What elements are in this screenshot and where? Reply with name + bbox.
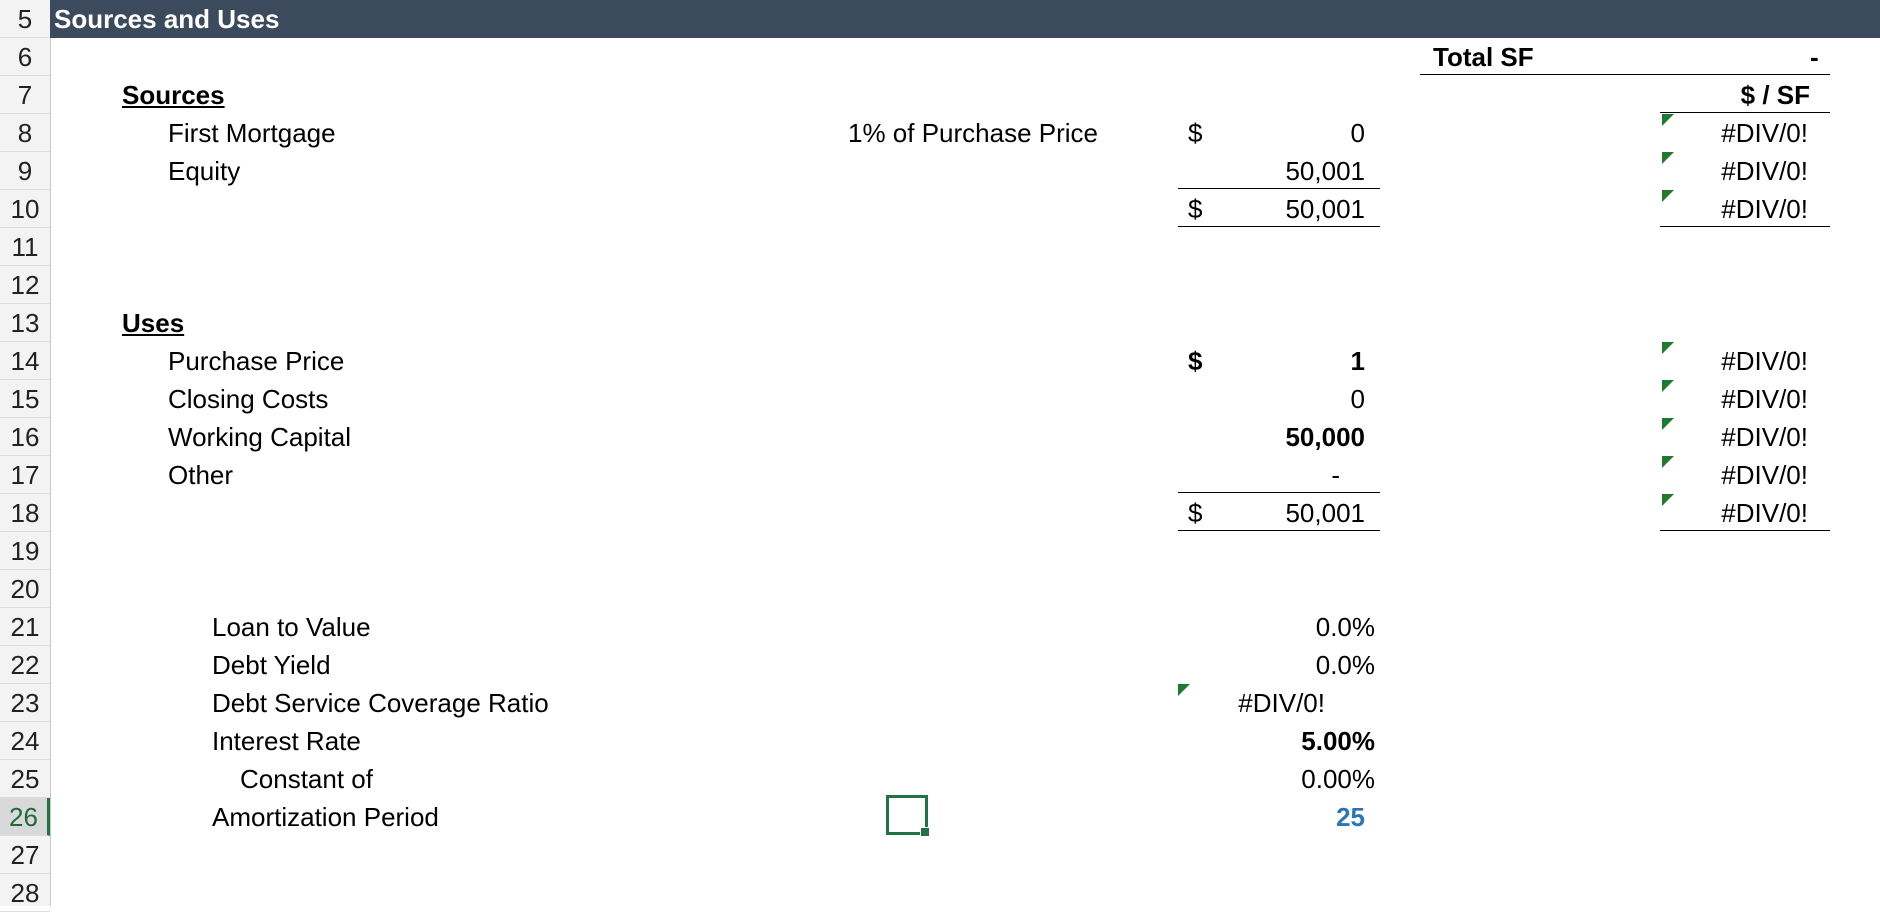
- sources-per-sf-bottomline: [1660, 226, 1830, 227]
- equity-per-sf[interactable]: #DIV/0!: [1660, 152, 1808, 190]
- row-number[interactable]: 8: [0, 114, 50, 152]
- comment-indicator-icon: [1178, 684, 1190, 696]
- amortization-label[interactable]: Amortization Period: [212, 798, 439, 836]
- constant-value[interactable]: 0.00%: [1230, 760, 1375, 798]
- row-header-column: 5 6 7 8 9 10 11 12 13 14 15 16 17 18 19 …: [0, 0, 51, 912]
- row-number[interactable]: 13: [0, 304, 50, 342]
- row-number[interactable]: 22: [0, 646, 50, 684]
- working-capital-per-sf[interactable]: #DIV/0!: [1660, 418, 1808, 456]
- total-sf-label[interactable]: Total SF: [1433, 38, 1534, 76]
- section-banner[interactable]: Sources and Uses: [50, 0, 1880, 38]
- uses-total-topline: [1178, 492, 1380, 493]
- row-number[interactable]: 9: [0, 152, 50, 190]
- first-mortgage-label[interactable]: First Mortgage: [168, 114, 336, 152]
- row-number[interactable]: 21: [0, 608, 50, 646]
- per-sf-header[interactable]: $ / SF: [1660, 76, 1810, 114]
- first-mortgage-value[interactable]: 0: [1230, 114, 1365, 152]
- row-number-selected[interactable]: 26: [0, 798, 50, 836]
- row-number[interactable]: 25: [0, 760, 50, 798]
- row-number[interactable]: 5: [0, 0, 50, 38]
- uses-per-sf-bottomline: [1660, 530, 1830, 531]
- first-mortgage-currency: $: [1188, 118, 1203, 148]
- closing-costs-per-sf[interactable]: #DIV/0!: [1660, 380, 1808, 418]
- row-number[interactable]: 15: [0, 380, 50, 418]
- purchase-price-per-sf[interactable]: #DIV/0!: [1660, 342, 1808, 380]
- interest-rate-label[interactable]: Interest Rate: [212, 722, 361, 760]
- purchase-price-currency: $: [1188, 346, 1203, 376]
- sources-total-bottomline: [1178, 226, 1380, 227]
- working-capital-label[interactable]: Working Capital: [168, 418, 351, 456]
- total-sf-underline: [1420, 74, 1830, 75]
- amortization-value[interactable]: 25: [1230, 798, 1365, 836]
- sources-heading[interactable]: Sources: [122, 76, 225, 114]
- uses-total-currency: $: [1188, 498, 1203, 528]
- dscr-label[interactable]: Debt Service Coverage Ratio: [212, 684, 549, 722]
- row-number[interactable]: 24: [0, 722, 50, 760]
- uses-total-bottomline: [1178, 530, 1380, 531]
- other-label[interactable]: Other: [168, 456, 233, 494]
- row-number[interactable]: 7: [0, 76, 50, 114]
- sources-total-topline: [1178, 188, 1380, 189]
- row-number[interactable]: 23: [0, 684, 50, 722]
- row-number[interactable]: 16: [0, 418, 50, 456]
- row-number[interactable]: 27: [0, 836, 50, 874]
- per-sf-header-underline: [1660, 112, 1830, 113]
- fill-handle[interactable]: [920, 827, 930, 837]
- other-value[interactable]: -: [1230, 456, 1340, 494]
- row-number[interactable]: 18: [0, 494, 50, 532]
- sources-total-currency: $: [1188, 194, 1203, 224]
- constant-label[interactable]: Constant of: [240, 760, 373, 798]
- debt-yield-value[interactable]: 0.0%: [1230, 646, 1375, 684]
- row-number[interactable]: 19: [0, 532, 50, 570]
- first-mortgage-per-sf[interactable]: #DIV/0!: [1660, 114, 1808, 152]
- first-mortgage-note[interactable]: 1% of Purchase Price: [848, 114, 1098, 152]
- row-number[interactable]: 12: [0, 266, 50, 304]
- active-cell-selection[interactable]: [886, 795, 930, 837]
- ltv-label[interactable]: Loan to Value: [212, 608, 371, 646]
- uses-total-per-sf[interactable]: #DIV/0!: [1660, 494, 1808, 532]
- row-number[interactable]: 28: [0, 874, 50, 912]
- uses-heading[interactable]: Uses: [122, 304, 184, 342]
- closing-costs-label[interactable]: Closing Costs: [168, 380, 328, 418]
- row-number[interactable]: 20: [0, 570, 50, 608]
- ltv-value[interactable]: 0.0%: [1230, 608, 1375, 646]
- debt-yield-label[interactable]: Debt Yield: [212, 646, 331, 684]
- equity-value[interactable]: 50,001: [1230, 152, 1365, 190]
- row-number[interactable]: 11: [0, 228, 50, 266]
- other-per-sf[interactable]: #DIV/0!: [1660, 456, 1808, 494]
- row-number[interactable]: 14: [0, 342, 50, 380]
- row-number[interactable]: 17: [0, 456, 50, 494]
- row-number[interactable]: 6: [0, 38, 50, 76]
- uses-total-value[interactable]: 50,001: [1230, 494, 1365, 532]
- interest-rate-value[interactable]: 5.00%: [1230, 722, 1375, 760]
- sources-total-value[interactable]: 50,001: [1230, 190, 1365, 228]
- closing-costs-value[interactable]: 0: [1230, 380, 1365, 418]
- purchase-price-label[interactable]: Purchase Price: [168, 342, 344, 380]
- purchase-price-value[interactable]: 1: [1230, 342, 1365, 380]
- row-number[interactable]: 10: [0, 190, 50, 228]
- equity-label[interactable]: Equity: [168, 152, 240, 190]
- working-capital-value[interactable]: 50,000: [1230, 418, 1365, 456]
- total-sf-value[interactable]: -: [1810, 38, 1819, 76]
- dscr-value[interactable]: #DIV/0!: [1210, 684, 1325, 722]
- sources-total-per-sf[interactable]: #DIV/0!: [1660, 190, 1808, 228]
